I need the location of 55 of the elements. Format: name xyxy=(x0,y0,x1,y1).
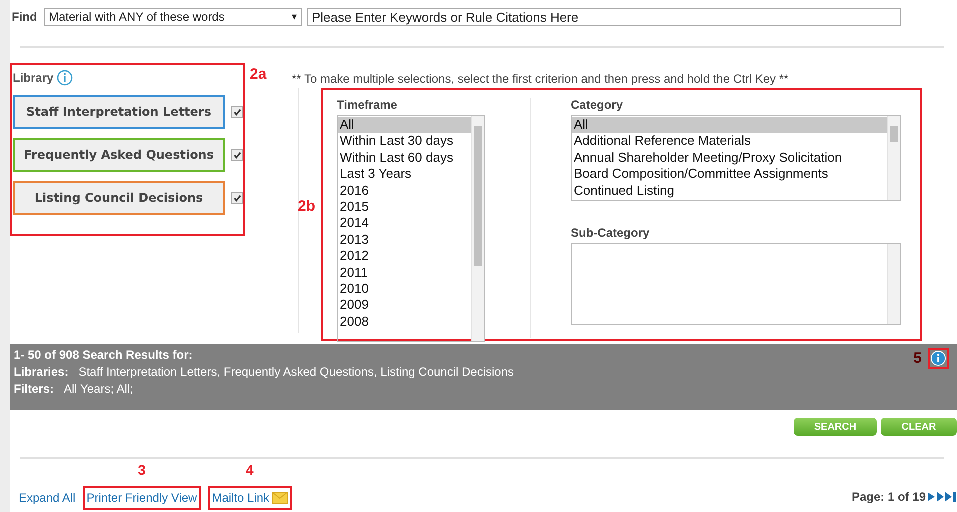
list-option[interactable]: Within Last 30 days xyxy=(338,133,471,150)
scrollbar[interactable] xyxy=(887,116,900,200)
link[interactable]: Printer Friendly View xyxy=(86,491,198,505)
list-option[interactable]: All xyxy=(572,117,887,134)
hint-text: ** To make multiple selections, select the first criterion and then press and hold the Ctrl Key ** xyxy=(292,72,790,86)
category-list[interactable]: All Additional Reference Materials Annual Shareholder Meeting/Proxy Solicitation Board Composition/Committee Assignments Continued Listing xyxy=(571,115,901,201)
list-option[interactable]: 2015 xyxy=(338,199,471,216)
list-option[interactable]: 2013 xyxy=(338,232,471,248)
scrollbar[interactable] xyxy=(471,116,484,341)
match-mode-dropdown[interactable]: Material with ANY of these words ▾ xyxy=(44,8,302,26)
envelope-icon xyxy=(272,492,288,504)
filters-value: All Years; All; xyxy=(64,382,134,396)
annotation-number: 3 xyxy=(138,462,146,478)
annotation-number: 2a xyxy=(250,66,267,83)
list-option[interactable]: 2016 xyxy=(338,182,471,200)
list-option[interactable]: 2011 xyxy=(338,264,471,282)
annotation-number: 4 xyxy=(246,462,254,478)
library-button[interactable]: Listing Council Decisions xyxy=(13,181,226,215)
list-option[interactable]: Within Last 60 days xyxy=(338,150,471,166)
libraries-label: Libraries: xyxy=(14,365,69,379)
list-option[interactable]: Annual Shareholder Meeting/Proxy Solicitation xyxy=(572,150,887,166)
list-option[interactable]: All xyxy=(338,117,471,134)
list-option[interactable]: 2014 xyxy=(338,215,471,232)
list-option[interactable]: 2010 xyxy=(338,281,471,298)
list-option[interactable]: 2009 xyxy=(338,297,471,314)
checkbox[interactable] xyxy=(231,192,243,204)
link[interactable]: Mailto Link xyxy=(212,491,270,505)
library-label: Library xyxy=(13,71,54,85)
keyword-field[interactable]: Please Enter Keywords or Rule Citations Here xyxy=(307,8,901,26)
annotation-number: 5 xyxy=(914,350,922,366)
timeframe-label: Timeframe xyxy=(337,98,398,112)
checkbox[interactable] xyxy=(231,149,243,161)
caret-icon: ▾ xyxy=(292,11,297,23)
category-label: Category xyxy=(571,98,624,112)
last-icon[interactable] xyxy=(937,492,957,502)
annotation-number: 2b xyxy=(298,198,315,215)
timeframe-list[interactable]: All Within Last 30 days Within Last 60 days Last 3 Years 2016 2015 2014 2013 2012 2011 2010 2009 2008 xyxy=(337,115,485,342)
page-indicator: Page: 1 of 19 xyxy=(852,490,926,504)
results-summary: 1- 50 of 908 Search Results for: xyxy=(14,348,194,362)
libraries-value: Staff Interpretation Letters, Frequently Asked Questions, Listing Council Decisions xyxy=(78,365,514,379)
next-icon[interactable] xyxy=(928,492,935,502)
list-option[interactable]: 2012 xyxy=(338,248,471,265)
link[interactable]: Expand All xyxy=(19,486,76,510)
list-option[interactable]: 2008 xyxy=(338,314,471,330)
list-option[interactable]: Continued Listing xyxy=(572,182,887,200)
library-button[interactable]: Frequently Asked Questions xyxy=(13,138,226,172)
sub-category-label: Sub-Category xyxy=(571,226,651,240)
info-icon[interactable] xyxy=(56,70,73,86)
checkbox[interactable] xyxy=(231,106,243,118)
list-option[interactable]: Board Composition/Committee Assignments xyxy=(572,166,887,183)
library-button[interactable]: Staff Interpretation Letters xyxy=(13,95,226,129)
find-label: Find xyxy=(12,10,38,24)
list-option[interactable]: Last 3 Years xyxy=(338,166,471,183)
list-option[interactable]: Additional Reference Materials xyxy=(572,133,887,150)
filters-label: Filters: xyxy=(14,382,54,396)
